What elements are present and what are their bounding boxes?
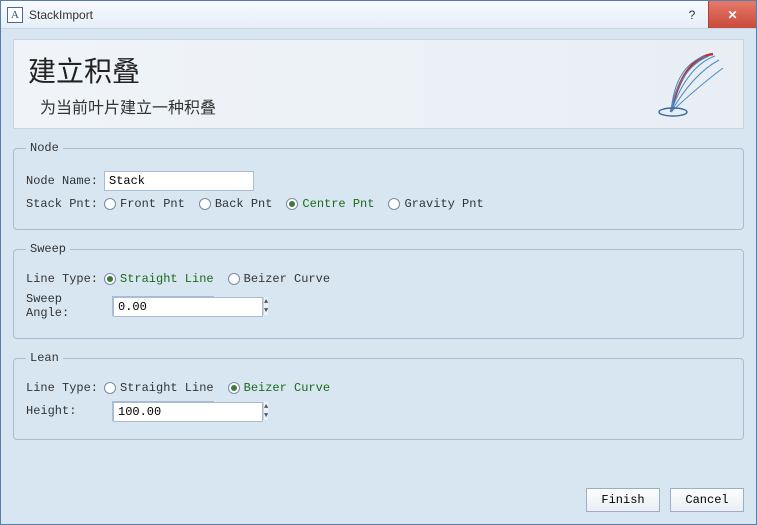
radio-dot-icon (286, 198, 298, 210)
lean-height-row: Height: ▲ ▼ (26, 401, 731, 421)
spin-down-button[interactable]: ▼ (264, 411, 268, 420)
radio-lean-beizer[interactable]: Beizer Curve (228, 381, 330, 395)
help-button[interactable]: ? (676, 1, 708, 28)
sweep-line-row: Line Type: Straight Line Beizer Curve (26, 272, 731, 286)
app-icon: A (7, 7, 23, 23)
stack-pnt-label: Stack Pnt: (26, 197, 104, 211)
radio-label: Back Pnt (215, 197, 273, 211)
sweep-angle-label: Sweep Angle: (26, 292, 112, 320)
sweep-line-radio-group: Straight Line Beizer Curve (104, 272, 330, 286)
cancel-button[interactable]: Cancel (670, 488, 744, 512)
radio-gravity-pnt[interactable]: Gravity Pnt (388, 197, 483, 211)
help-icon: ? (689, 8, 696, 22)
radio-centre-pnt[interactable]: Centre Pnt (286, 197, 374, 211)
button-label: Cancel (685, 493, 728, 507)
client-area: 建立积叠 为当前叶片建立一种积叠 Node Node Name: Stack P… (1, 29, 756, 524)
node-name-row: Node Name: (26, 171, 731, 191)
sweep-legend: Sweep (26, 242, 70, 256)
radio-front-pnt[interactable]: Front Pnt (104, 197, 185, 211)
stack-pnt-row: Stack Pnt: Front Pnt Back Pnt Centre Pnt… (26, 197, 731, 211)
lean-height-label: Height: (26, 404, 112, 418)
radio-lean-straight[interactable]: Straight Line (104, 381, 214, 395)
lean-line-row: Line Type: Straight Line Beizer Curve (26, 381, 731, 395)
blade-logo-icon (653, 46, 733, 120)
footer: Finish Cancel (13, 476, 744, 512)
sweep-angle-spinner[interactable]: ▲ ▼ (112, 296, 214, 316)
node-group: Node Node Name: Stack Pnt: Front Pnt Bac… (13, 141, 744, 230)
radio-dot-icon (228, 382, 240, 394)
spin-down-button[interactable]: ▼ (264, 306, 268, 315)
node-legend: Node (26, 141, 63, 155)
radio-label: Gravity Pnt (404, 197, 483, 211)
sweep-angle-input[interactable] (113, 297, 263, 317)
radio-dot-icon (199, 198, 211, 210)
header-panel: 建立积叠 为当前叶片建立一种积叠 (13, 39, 744, 129)
window-title: StackImport (29, 8, 676, 22)
window-buttons: ? ✕ (676, 1, 756, 28)
lean-line-radio-group: Straight Line Beizer Curve (104, 381, 330, 395)
lean-height-spinner[interactable]: ▲ ▼ (112, 401, 214, 421)
lean-line-label: Line Type: (26, 381, 104, 395)
lean-legend: Lean (26, 351, 63, 365)
sweep-line-label: Line Type: (26, 272, 104, 286)
stack-pnt-radio-group: Front Pnt Back Pnt Centre Pnt Gravity Pn… (104, 197, 484, 211)
radio-dot-icon (228, 273, 240, 285)
header-title: 建立积叠 (28, 50, 729, 90)
radio-sweep-straight[interactable]: Straight Line (104, 272, 214, 286)
lean-height-input[interactable] (113, 402, 263, 422)
radio-dot-icon (104, 198, 116, 210)
radio-back-pnt[interactable]: Back Pnt (199, 197, 273, 211)
spin-up-button[interactable]: ▲ (264, 297, 268, 306)
radio-sweep-beizer[interactable]: Beizer Curve (228, 272, 330, 286)
node-name-label: Node Name: (26, 174, 104, 188)
dialog-window: A StackImport ? ✕ 建立积叠 为当前叶片建立一种积叠 Node (0, 0, 757, 525)
spinner-arrows: ▲ ▼ (263, 297, 268, 315)
radio-label: Beizer Curve (244, 381, 330, 395)
radio-label: Straight Line (120, 272, 214, 286)
radio-dot-icon (104, 382, 116, 394)
node-name-input[interactable] (104, 171, 254, 191)
sweep-group: Sweep Line Type: Straight Line Beizer Cu… (13, 242, 744, 339)
radio-label: Straight Line (120, 381, 214, 395)
spinner-arrows: ▲ ▼ (263, 402, 268, 420)
radio-dot-icon (104, 273, 116, 285)
lean-group: Lean Line Type: Straight Line Beizer Cur… (13, 351, 744, 440)
radio-dot-icon (388, 198, 400, 210)
header-subtitle: 为当前叶片建立一种积叠 (28, 94, 729, 118)
finish-button[interactable]: Finish (586, 488, 660, 512)
button-label: Finish (601, 493, 644, 507)
close-icon: ✕ (727, 8, 737, 22)
radio-label: Beizer Curve (244, 272, 330, 286)
titlebar: A StackImport ? ✕ (1, 1, 756, 29)
radio-label: Centre Pnt (302, 197, 374, 211)
spin-up-button[interactable]: ▲ (264, 402, 268, 411)
close-button[interactable]: ✕ (708, 1, 756, 28)
sweep-angle-row: Sweep Angle: ▲ ▼ (26, 292, 731, 320)
radio-label: Front Pnt (120, 197, 185, 211)
